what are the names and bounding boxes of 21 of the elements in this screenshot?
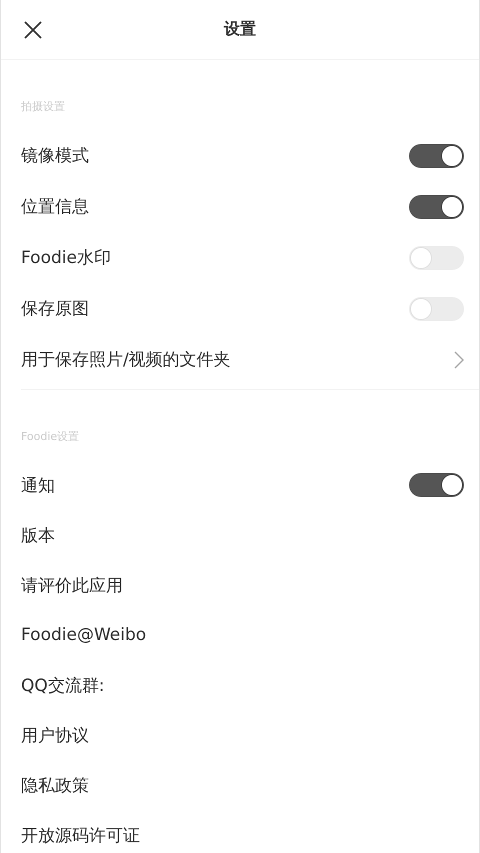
toggle-switch[interactable] [409,296,464,320]
toggle-switch[interactable] [409,144,464,168]
toggle-switch[interactable] [409,194,464,218]
setting-label[interactable]: 用户协议 [21,724,89,746]
setting-label[interactable]: Foodie水印 [21,246,111,269]
setting-label[interactable]: 用于保存照片/视频的文件夹 [21,348,231,371]
page-title: 设置 [224,19,256,40]
setting-label[interactable]: 保存原图 [21,297,89,320]
setting-label[interactable]: QQ交流群: [21,674,104,696]
toggle-switch[interactable] [409,473,464,497]
setting-label[interactable]: Foodie@Weibo [21,625,146,645]
setting-label[interactable]: 位置信息 [21,195,89,218]
chevron-right-icon [454,350,464,368]
setting-label[interactable]: 开放源码许可证 [21,824,140,846]
setting-label[interactable]: 版本 [21,524,55,546]
setting-label[interactable]: 隐私政策 [21,774,89,796]
setting-label[interactable]: 镜像模式 [21,144,89,167]
toggle-switch[interactable] [409,246,464,270]
setting-label[interactable]: 请评价此应用 [21,574,123,596]
setting-label[interactable]: 通知 [21,474,55,496]
close-icon[interactable] [24,21,42,39]
